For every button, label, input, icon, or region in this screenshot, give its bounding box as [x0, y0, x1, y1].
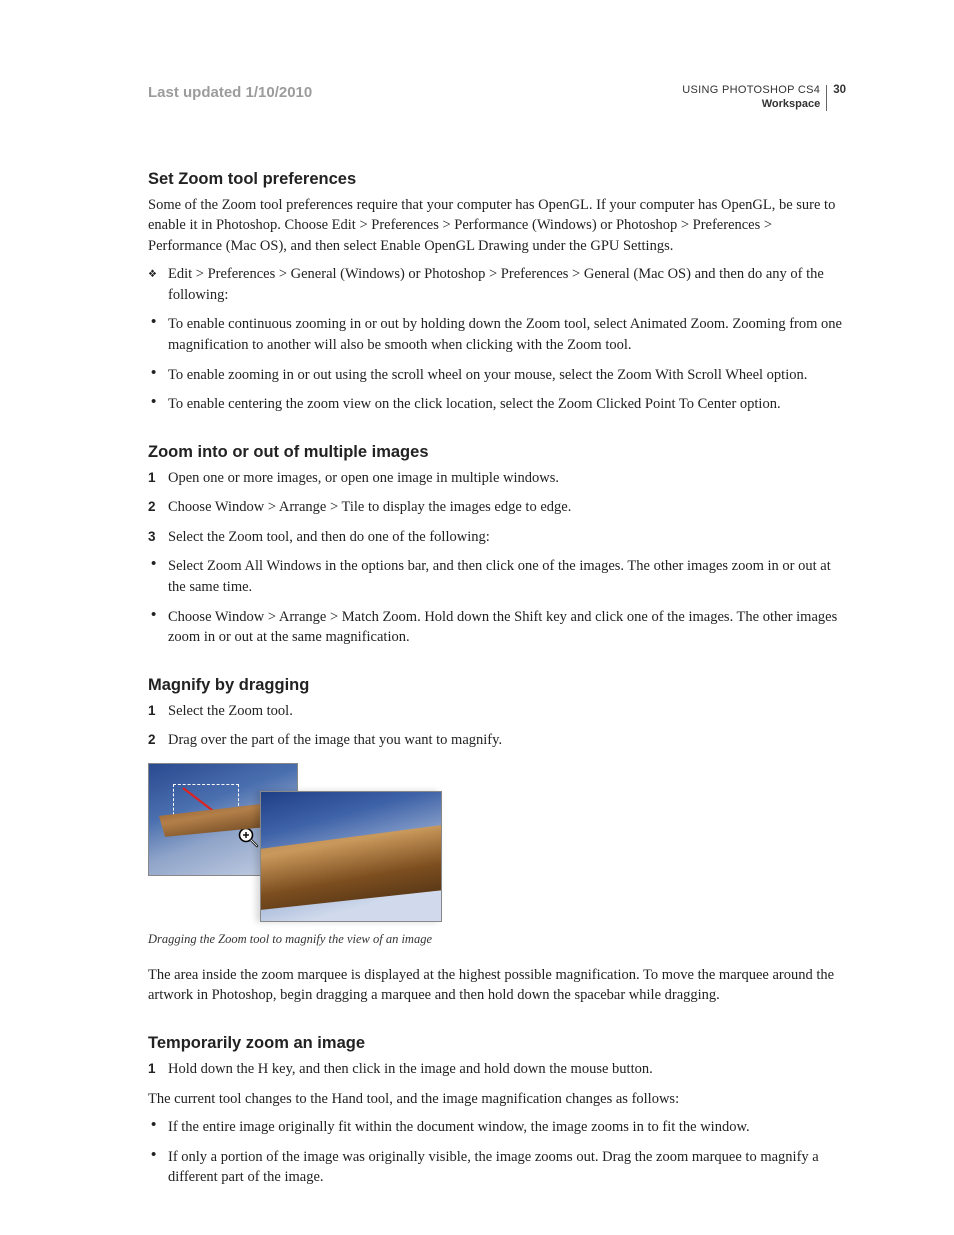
list-item-text: Drag over the part of the image that you…	[168, 730, 846, 751]
figure-image	[148, 763, 444, 922]
dot-bullet-icon: •	[148, 365, 168, 381]
list-item: 2 Drag over the part of the image that y…	[148, 730, 846, 751]
list-item: • If only a portion of the image was ori…	[148, 1147, 846, 1188]
list-item-text: Select the Zoom tool.	[168, 701, 846, 722]
figure-caption: Dragging the Zoom tool to magnify the vi…	[148, 932, 846, 947]
dot-bullet-icon: •	[148, 1117, 168, 1133]
dot-bullet-icon: •	[148, 1147, 168, 1163]
step-number: 1	[148, 1059, 168, 1079]
numbered-list: 1 Select the Zoom tool. 2 Drag over the …	[148, 701, 846, 751]
sub-bullet-list: • If the entire image originally fit wit…	[148, 1117, 846, 1188]
step-number: 2	[148, 730, 168, 750]
list-item: 1 Select the Zoom tool.	[148, 701, 846, 722]
step-number: 1	[148, 701, 168, 721]
numbered-list: 1 Hold down the H key, and then click in…	[148, 1059, 846, 1080]
temp-zoom-transition: The current tool changes to the Hand too…	[148, 1089, 846, 1110]
document-page: Last updated 1/10/2010 USING PHOTOSHOP C…	[148, 84, 846, 1216]
list-item: • To enable centering the zoom view on t…	[148, 394, 846, 415]
heading-magnify: Magnify by dragging	[148, 676, 846, 695]
figure-thumb-after	[260, 791, 442, 922]
section-temp-zoom: Temporarily zoom an image 1 Hold down th…	[148, 1034, 846, 1188]
list-item-text: To enable centering the zoom view on the…	[168, 394, 846, 415]
header-section: Workspace	[762, 98, 821, 112]
magnify-after-text: The area inside the zoom marquee is disp…	[148, 965, 846, 1006]
zoom-cursor-icon	[237, 826, 259, 848]
diamond-list: ❖ Edit > Preferences > General (Windows)…	[148, 264, 846, 305]
page-number: 30	[833, 84, 846, 97]
list-item-text: Hold down the H key, and then click in t…	[168, 1059, 846, 1080]
list-item-text: Edit > Preferences > General (Windows) o…	[168, 264, 846, 305]
header-divider	[826, 85, 827, 111]
list-item-text: Open one or more images, or open one ima…	[168, 468, 846, 489]
list-item-text: To enable zooming in or out using the sc…	[168, 365, 846, 386]
step-number: 2	[148, 497, 168, 517]
list-item-text: To enable continuous zooming in or out b…	[168, 314, 846, 355]
header-right: USING PHOTOSHOP CS4 Workspace 30	[682, 84, 846, 112]
list-item: 1 Hold down the H key, and then click in…	[148, 1059, 846, 1080]
numbered-list: 1 Open one or more images, or open one i…	[148, 468, 846, 548]
sub-bullet-list: • To enable continuous zooming in or out…	[148, 314, 846, 414]
dot-bullet-icon: •	[148, 314, 168, 330]
intro-zoom-prefs: Some of the Zoom tool preferences requir…	[148, 195, 846, 257]
list-item: ❖ Edit > Preferences > General (Windows)…	[148, 264, 846, 305]
header-product: USING PHOTOSHOP CS4	[682, 84, 820, 98]
dot-bullet-icon: •	[148, 607, 168, 623]
list-item: 3 Select the Zoom tool, and then do one …	[148, 527, 846, 548]
list-item-text: Select Zoom All Windows in the options b…	[168, 556, 846, 597]
step-number: 3	[148, 527, 168, 547]
step-number: 1	[148, 468, 168, 488]
list-item: 1 Open one or more images, or open one i…	[148, 468, 846, 489]
heading-temp-zoom: Temporarily zoom an image	[148, 1034, 846, 1053]
list-item: • Select Zoom All Windows in the options…	[148, 556, 846, 597]
list-item-text: Choose Window > Arrange > Match Zoom. Ho…	[168, 607, 846, 648]
dot-bullet-icon: •	[148, 394, 168, 410]
list-item-text: If the entire image originally fit withi…	[168, 1117, 846, 1138]
list-item: • To enable continuous zooming in or out…	[148, 314, 846, 355]
section-zoom-multi: Zoom into or out of multiple images 1 Op…	[148, 443, 846, 648]
last-updated: Last updated 1/10/2010	[148, 84, 312, 101]
list-item-text: Select the Zoom tool, and then do one of…	[168, 527, 846, 548]
zoom-marquee-icon	[173, 784, 239, 820]
diamond-bullet-icon: ❖	[148, 264, 168, 282]
list-item-text: Choose Window > Arrange > Tile to displa…	[168, 497, 846, 518]
list-item: • Choose Window > Arrange > Match Zoom. …	[148, 607, 846, 648]
heading-zoom-multi: Zoom into or out of multiple images	[148, 443, 846, 462]
list-item: 2 Choose Window > Arrange > Tile to disp…	[148, 497, 846, 518]
section-zoom-prefs: Set Zoom tool preferences Some of the Zo…	[148, 170, 846, 415]
header-titles: USING PHOTOSHOP CS4 Workspace	[682, 84, 820, 112]
figure-zoom-drag: Dragging the Zoom tool to magnify the vi…	[148, 763, 846, 947]
section-magnify: Magnify by dragging 1 Select the Zoom to…	[148, 676, 846, 1006]
list-item-text: If only a portion of the image was origi…	[168, 1147, 846, 1188]
page-header: Last updated 1/10/2010 USING PHOTOSHOP C…	[148, 84, 846, 112]
dot-bullet-icon: •	[148, 556, 168, 572]
sub-bullet-list: • Select Zoom All Windows in the options…	[148, 556, 846, 647]
list-item: • To enable zooming in or out using the …	[148, 365, 846, 386]
list-item: • If the entire image originally fit wit…	[148, 1117, 846, 1138]
heading-zoom-prefs: Set Zoom tool preferences	[148, 170, 846, 189]
